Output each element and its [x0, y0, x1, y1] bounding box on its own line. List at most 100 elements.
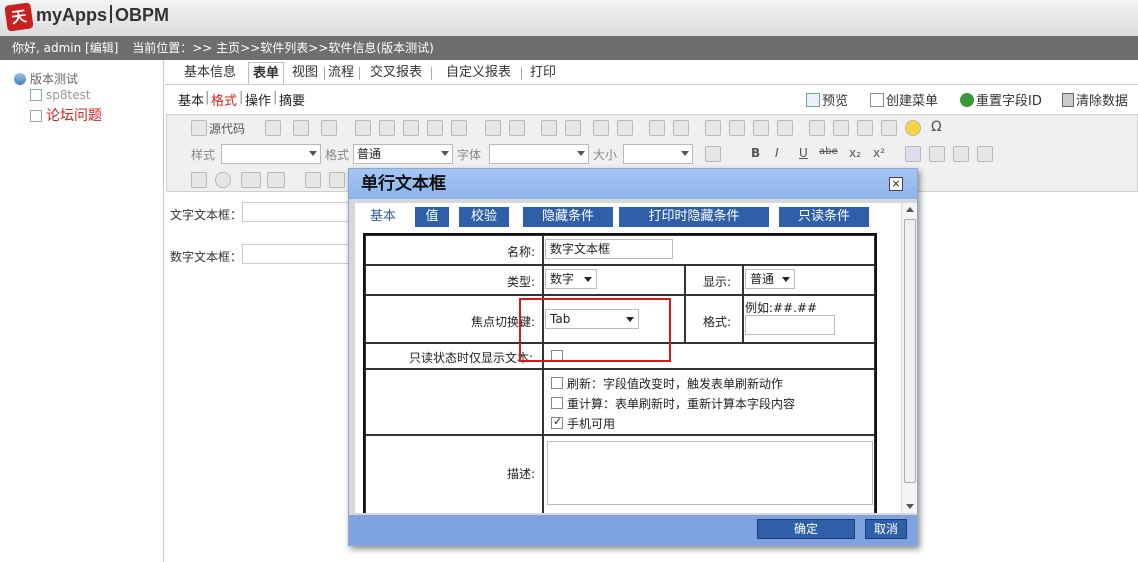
subtab-operation[interactable]: 操作 — [245, 90, 271, 109]
italic-button[interactable]: I — [775, 146, 779, 160]
align-right-icon[interactable] — [953, 146, 969, 162]
ordered-list-icon[interactable] — [649, 120, 665, 136]
template-icon[interactable] — [321, 120, 337, 136]
number-field-input[interactable] — [242, 244, 352, 264]
tab-print[interactable]: 打印 — [530, 62, 556, 84]
new-doc-icon[interactable] — [265, 120, 281, 136]
format-select[interactable]: 普通 — [353, 144, 453, 164]
align-justify-icon[interactable] — [977, 146, 993, 162]
smiley-icon[interactable] — [905, 120, 921, 136]
font-select[interactable] — [489, 144, 589, 164]
outdent-icon[interactable] — [705, 120, 721, 136]
omega-icon[interactable]: Ω — [931, 119, 942, 135]
dialog-tab-validate[interactable]: 校验 — [459, 207, 509, 227]
dialog-scrollbar[interactable] — [901, 203, 917, 513]
text-field-input[interactable] — [242, 202, 352, 222]
size-select[interactable] — [623, 144, 693, 164]
tab-flow[interactable]: 流程 — [328, 62, 354, 84]
textarea-tool-icon[interactable] — [267, 172, 285, 188]
clear-data-button[interactable]: 清除数据 — [1062, 90, 1128, 109]
tab-separator — [431, 67, 432, 80]
checkbox-tool-icon[interactable] — [191, 172, 207, 188]
recalculate-checkbox[interactable] — [551, 397, 563, 409]
select-all-icon[interactable] — [593, 120, 609, 136]
preview-button[interactable]: 预览 — [806, 90, 848, 109]
close-icon[interactable]: × — [889, 177, 903, 191]
redo-icon[interactable] — [509, 120, 525, 136]
find-icon[interactable] — [541, 120, 557, 136]
copy-icon[interactable] — [379, 120, 395, 136]
align-center-icon[interactable] — [929, 146, 945, 162]
indent-icon[interactable] — [729, 120, 745, 136]
paste-word-icon[interactable] — [451, 120, 467, 136]
tab-form[interactable]: 表单 — [248, 62, 285, 84]
unordered-list-icon[interactable] — [673, 120, 689, 136]
dialog-tab-value[interactable]: 值 — [415, 207, 449, 227]
scroll-up-icon[interactable] — [906, 207, 914, 212]
description-textarea[interactable] — [547, 441, 873, 505]
blockquote-icon[interactable] — [753, 120, 769, 136]
source-button-label[interactable]: 源代码 — [209, 120, 245, 137]
format-input[interactable] — [745, 315, 835, 335]
type-select[interactable]: 数字 — [545, 269, 597, 289]
name-input[interactable]: 数字文本框 — [545, 239, 673, 259]
dialog-tab-basic[interactable]: 基本 — [363, 207, 403, 227]
zoom-icon[interactable] — [705, 146, 721, 162]
paste-icon[interactable] — [403, 120, 419, 136]
display-select[interactable]: 普通 — [745, 269, 795, 289]
user-greeting[interactable]: 你好, admin [编辑] — [12, 41, 118, 55]
scroll-thumb[interactable] — [904, 219, 916, 483]
product-name: OBPM — [115, 5, 170, 25]
tree-item-forum[interactable]: 论坛问题 — [30, 105, 102, 125]
flash-icon[interactable] — [833, 120, 849, 136]
cancel-button[interactable]: 取消 — [865, 519, 907, 539]
underline-button[interactable]: U — [799, 146, 808, 160]
app-logo: 天 — [4, 2, 34, 32]
tab-divider-line — [165, 84, 1138, 85]
dialog-tab-print-hide[interactable]: 打印时隐藏条件 — [619, 207, 769, 227]
tab-custom-report[interactable]: 自定义报表 — [446, 62, 511, 84]
cut-icon[interactable] — [355, 120, 371, 136]
subtab-format[interactable]: 格式 — [211, 90, 237, 109]
refresh-icon — [960, 93, 974, 107]
reset-field-id-button[interactable]: 重置字段ID — [960, 90, 1042, 109]
dialog-tab-readonly[interactable]: 只读条件 — [779, 207, 869, 227]
tree-root[interactable]: 版本测试 — [14, 70, 78, 87]
subtab-summary[interactable]: 摘要 — [279, 90, 305, 109]
strike-button[interactable]: abe — [819, 146, 838, 157]
style-select[interactable] — [221, 144, 321, 164]
breadcrumb: 当前位置：>> 主页>>软件列表>>软件信息(版本测试) — [132, 41, 434, 55]
mobile-enabled-checkbox[interactable] — [551, 415, 563, 429]
tree-item-sp8test[interactable]: sp8test — [30, 88, 91, 102]
tab-basic-info[interactable]: 基本信息 — [184, 62, 236, 84]
eraser-icon[interactable] — [617, 120, 633, 136]
calendar-tool-icon[interactable] — [329, 172, 345, 188]
paste-text-icon[interactable] — [427, 120, 443, 136]
bidi-icon[interactable] — [777, 120, 793, 136]
chevron-down-icon — [681, 151, 689, 156]
align-left-icon[interactable] — [905, 146, 921, 162]
dialog-tab-hide-condition[interactable]: 隐藏条件 — [523, 207, 613, 227]
ok-button[interactable]: 确定 — [757, 519, 855, 539]
image-icon[interactable] — [809, 120, 825, 136]
tab-cross-report[interactable]: 交叉报表 — [370, 62, 422, 84]
table-icon[interactable] — [857, 120, 873, 136]
create-menu-button[interactable]: 创建菜单 — [870, 90, 938, 109]
tab-view[interactable]: 视图 — [292, 62, 318, 84]
refresh-option-label: 刷新：字段值改变时，触发表单刷新动作 — [567, 377, 784, 391]
source-icon[interactable] — [191, 120, 207, 136]
subtab-basic[interactable]: 基本 — [178, 90, 204, 109]
bold-button[interactable]: B — [751, 146, 760, 160]
grid-tool-icon[interactable] — [305, 172, 321, 188]
textfield-tool-icon[interactable] — [241, 172, 261, 188]
refresh-checkbox[interactable] — [551, 377, 563, 389]
font-label: 字体 — [457, 148, 482, 162]
hr-icon[interactable] — [881, 120, 897, 136]
radio-tool-icon[interactable] — [215, 172, 231, 188]
scroll-down-icon[interactable] — [906, 504, 914, 509]
superscript-button[interactable]: x² — [873, 146, 885, 160]
replace-icon[interactable] — [565, 120, 581, 136]
undo-icon[interactable] — [485, 120, 501, 136]
subscript-button[interactable]: x₂ — [849, 146, 861, 160]
preview-doc-icon[interactable] — [293, 120, 309, 136]
